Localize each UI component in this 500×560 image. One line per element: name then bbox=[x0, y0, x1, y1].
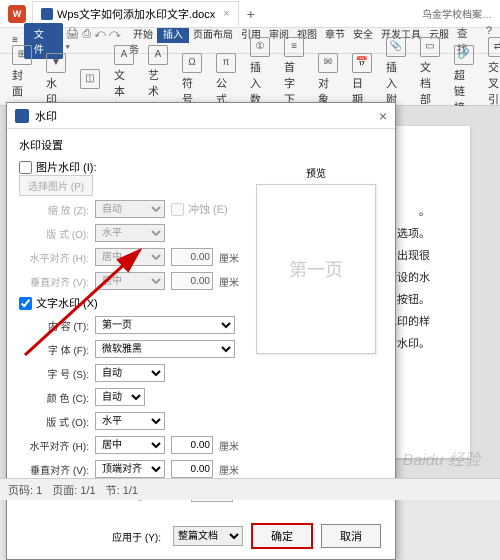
baidu-watermark: Baidu 经验 bbox=[403, 446, 480, 470]
pic-checkbox[interactable] bbox=[19, 161, 32, 174]
preview-panel: 预览 第一页 bbox=[251, 165, 381, 354]
menu-安全[interactable]: 安全 bbox=[349, 28, 377, 43]
section-label: 水印设置 bbox=[19, 137, 383, 153]
titlebar: W Wps文字如何添加水印文字.docx × + 鸟金学校档案… bbox=[0, 0, 500, 28]
doc-icon bbox=[41, 8, 53, 20]
document-tab[interactable]: Wps文字如何添加水印文字.docx × bbox=[32, 1, 239, 26]
menu-开始[interactable]: 开始 bbox=[129, 28, 157, 43]
apply-label: 应用于 (Y): bbox=[112, 529, 161, 544]
titlebar-right-text: 鸟金学校档案… bbox=[422, 6, 492, 21]
menu-插入[interactable]: 插入 bbox=[157, 28, 189, 43]
layout1-select: 水平 bbox=[95, 224, 165, 242]
dialog-close-icon[interactable]: × bbox=[379, 108, 387, 124]
ribbon-符号[interactable]: Ω符号 bbox=[178, 51, 206, 109]
preview-page: 第一页 bbox=[256, 184, 376, 354]
dialog-title: 水印 bbox=[35, 108, 57, 124]
text-checkbox[interactable] bbox=[19, 297, 32, 310]
dialog-icon bbox=[15, 109, 29, 123]
font-select[interactable]: 微软雅黑 bbox=[95, 340, 235, 358]
add-tab-button[interactable]: + bbox=[247, 6, 255, 22]
select-pic-button: 选择图片 (P) bbox=[19, 175, 93, 196]
content-select[interactable]: 第一页 bbox=[95, 316, 235, 334]
halign-select[interactable]: 居中 bbox=[95, 436, 165, 454]
zoom-select: 自动 bbox=[95, 200, 165, 218]
valign-select[interactable]: 顶端对齐 bbox=[95, 460, 165, 478]
ribbon-公式[interactable]: π公式 bbox=[212, 51, 240, 109]
preview-label: 预览 bbox=[251, 165, 381, 180]
color-select[interactable]: 自动 bbox=[95, 388, 145, 406]
status-pages: 页面: 1/1 bbox=[52, 482, 95, 498]
close-icon[interactable]: × bbox=[223, 8, 229, 20]
menu-页面布局[interactable]: 页面布局 bbox=[189, 28, 237, 43]
status-section: 节: 1/1 bbox=[106, 482, 138, 498]
ribbon: ⊞封面页▼水印◫A文本框A艺术字Ω符号π公式①插入数字≡首字下沉✉对象📅日期📎插… bbox=[0, 54, 500, 106]
ribbon-水印[interactable]: ▼水印 bbox=[42, 51, 70, 109]
status-page: 页码: 1 bbox=[8, 482, 42, 498]
ok-button[interactable]: 确定 bbox=[251, 523, 313, 549]
statusbar: 页码: 1 页面: 1/1 节: 1/1 bbox=[0, 478, 500, 500]
wps-logo: W bbox=[8, 5, 26, 23]
apply-select[interactable]: 整篇文档 bbox=[173, 526, 243, 546]
size-select[interactable]: 自动 bbox=[95, 364, 165, 382]
tab-title: Wps文字如何添加水印文字.docx bbox=[57, 6, 215, 22]
valign-input[interactable] bbox=[171, 460, 213, 478]
ribbon-item[interactable]: ◫ bbox=[76, 67, 104, 93]
ribbon-对象[interactable]: ✉对象 bbox=[314, 51, 342, 109]
menu-章节[interactable]: 章节 bbox=[321, 28, 349, 43]
cancel-button[interactable]: 取消 bbox=[321, 524, 381, 548]
ribbon-日期[interactable]: 📅日期 bbox=[348, 51, 376, 109]
halign-input[interactable] bbox=[171, 436, 213, 454]
dialog-titlebar: 水印 × bbox=[7, 103, 395, 129]
layout-select[interactable]: 水平 bbox=[95, 412, 165, 430]
